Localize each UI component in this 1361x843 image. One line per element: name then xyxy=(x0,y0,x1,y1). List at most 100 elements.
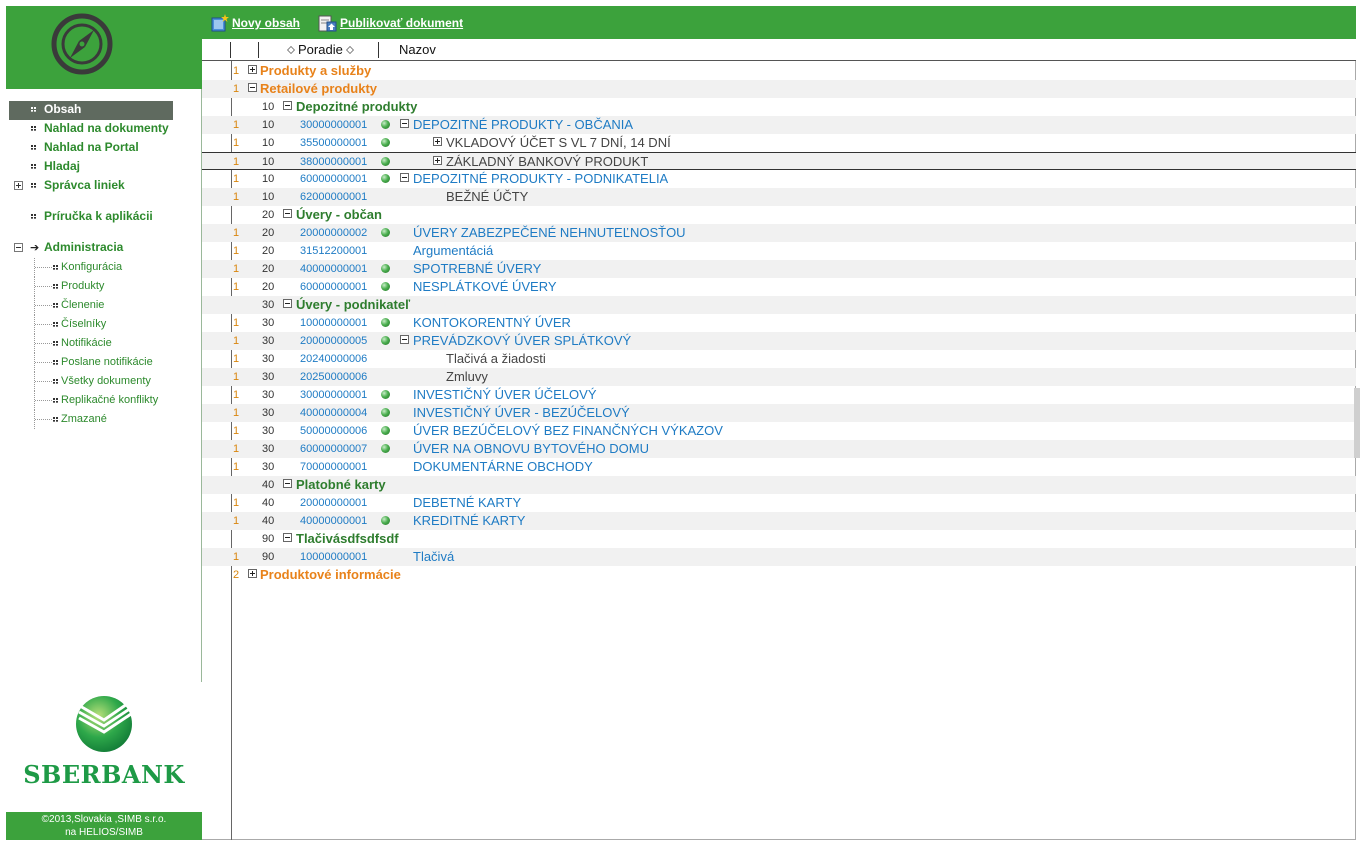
expand-icon[interactable] xyxy=(433,137,442,146)
table-row[interactable]: 1 20 60000000001 NESPLÁTKOVÉ ÚVERY xyxy=(202,278,1356,296)
node-name[interactable]: Tlačivásdfsdfsdf xyxy=(296,530,399,548)
table-row[interactable]: 1 30 30000000001 INVESTIČNÝ ÚVER ÚČELOVÝ xyxy=(202,386,1356,404)
node-name[interactable]: Úvery - podnikateľ xyxy=(296,296,410,314)
admin-subitem[interactable]: Konfigurácia xyxy=(6,258,202,277)
node-name[interactable]: KREDITNÉ KARTY xyxy=(413,512,525,530)
splitter-handle[interactable] xyxy=(1354,388,1360,458)
collapse-icon[interactable] xyxy=(283,101,292,110)
status-dot-icon xyxy=(381,516,390,525)
sidebar-item-obsah[interactable]: Obsah xyxy=(9,101,173,120)
node-name[interactable]: VKLADOVÝ ÚČET S VL 7 DNÍ, 14 DNÍ xyxy=(446,134,671,152)
table-row[interactable]: 1 10 30000000001 DEPOZITNÉ PRODUKTY - OBČAN… xyxy=(202,116,1356,134)
table-row[interactable]: 1 20 20000000002 ÚVERY ZABEZPEČENÉ NEHNUTEĽ… xyxy=(202,224,1356,242)
expand-icon[interactable] xyxy=(14,181,23,190)
node-name[interactable]: DEPOZITNÉ PRODUKTY - PODNIKATELIA xyxy=(413,170,668,188)
node-name[interactable]: Produktové informácie xyxy=(260,566,401,584)
node-name[interactable]: Produkty a služby xyxy=(260,62,371,80)
expand-icon[interactable] xyxy=(248,65,257,74)
node-name[interactable]: KONTOKORENTNÝ ÚVER xyxy=(413,314,571,332)
node-name[interactable]: PREVÁDZKOVÝ ÚVER SPLÁTKOVÝ xyxy=(413,332,631,350)
code-cell: 20240000006 xyxy=(300,353,368,365)
node-name[interactable]: DEPOZITNÉ PRODUKTY - OBČANIA xyxy=(413,116,633,134)
expand-icon[interactable] xyxy=(248,569,257,578)
node-name[interactable]: Argumentáciá xyxy=(413,242,493,260)
admin-subitem[interactable]: Číselníky xyxy=(6,315,202,334)
table-row[interactable]: 1 10 62000000001 BEŽNÉ ÚČTY xyxy=(202,188,1356,206)
node-name[interactable]: DEBETNÉ KARTY xyxy=(413,494,521,512)
sidebar-item-administracia[interactable]: ➔ Administracia xyxy=(6,239,202,258)
order-cell: 30 xyxy=(262,407,275,419)
table-row[interactable]: 1 10 35500000001 VKLADOVÝ ÚČET S VL 7 DNÍ, … xyxy=(202,134,1356,152)
table-row[interactable]: 1 30 10000000001 KONTOKORENTNÝ ÚVER xyxy=(202,314,1356,332)
sidebar-item-spravca-liniek[interactable]: Správca liniek xyxy=(6,177,202,196)
table-row[interactable]: 20 Úvery - občan xyxy=(202,206,1356,224)
table-row[interactable]: 1 20 31512200001 Argumentáciá xyxy=(202,242,1356,260)
collapse-icon[interactable] xyxy=(283,299,292,308)
node-name[interactable]: DOKUMENTÁRNE OBCHODY xyxy=(413,458,593,476)
column-header-order[interactable]: Poradie xyxy=(284,42,357,58)
node-name[interactable]: ÚVER NA OBNOVU BYTOVÉHO DOMU xyxy=(413,440,649,458)
node-name[interactable]: Úvery - občan xyxy=(296,206,382,224)
admin-subitem[interactable]: Notifikácie xyxy=(6,334,202,353)
table-row[interactable]: 1 30 40000000004 INVESTIČNÝ ÚVER - BEZÚČELO… xyxy=(202,404,1356,422)
node-name[interactable]: ZÁKLADNÝ BANKOVÝ PRODUKT xyxy=(446,153,648,171)
node-name[interactable]: SPOTREBNÉ ÚVERY xyxy=(413,260,541,278)
table-row[interactable]: 1 10 60000000001 DEPOZITNÉ PRODUKTY - PODNI… xyxy=(202,170,1356,188)
admin-subitem[interactable]: Všetky dokumenty xyxy=(6,372,202,391)
collapse-icon[interactable] xyxy=(400,335,409,344)
table-row[interactable]: 10 Depozitné produkty xyxy=(202,98,1356,116)
content-tree-table: 1 Produkty a služby 1 Retailové produkty 10 D… xyxy=(202,62,1356,584)
collapse-icon[interactable] xyxy=(400,119,409,128)
node-name[interactable]: Retailové produkty xyxy=(260,80,377,98)
node-name[interactable]: BEŽNÉ ÚČTY xyxy=(446,188,528,206)
table-row[interactable]: 1 10 38000000001 ZÁKLADNÝ BANKOVÝ PRODUKT xyxy=(202,152,1356,170)
table-row[interactable]: 1 90 10000000001 Tlačivá xyxy=(202,548,1356,566)
node-name[interactable]: Platobné karty xyxy=(296,476,386,494)
admin-subitem[interactable]: Členenie xyxy=(6,296,202,315)
table-row[interactable]: 30 Úvery - podnikateľ xyxy=(202,296,1356,314)
table-row[interactable]: 1 40 20000000001 DEBETNÉ KARTY xyxy=(202,494,1356,512)
table-row[interactable]: 90 Tlačivásdfsdfsdf xyxy=(202,530,1356,548)
table-row[interactable]: 1 30 20000000005 PREVÁDZKOVÝ ÚVER SPLÁTKOVÝ xyxy=(202,332,1356,350)
collapse-icon[interactable] xyxy=(400,173,409,182)
node-name[interactable]: Zmluvy xyxy=(446,368,488,386)
status-dot-icon xyxy=(381,408,390,417)
node-name[interactable]: INVESTIČNÝ ÚVER ÚČELOVÝ xyxy=(413,386,597,404)
table-row[interactable]: 1 30 50000000006 ÚVER BEZÚČELOVÝ BEZ FINANČ… xyxy=(202,422,1356,440)
node-name[interactable]: Depozitné produkty xyxy=(296,98,417,116)
table-row[interactable]: 1 30 70000000001 DOKUMENTÁRNE OBCHODY xyxy=(202,458,1356,476)
new-content-button[interactable]: Novy obsah xyxy=(210,14,300,32)
admin-subitem[interactable]: Replikačné konflikty xyxy=(6,391,202,410)
node-name[interactable]: ÚVER BEZÚČELOVÝ BEZ FINANČNÝCH VÝKAZOV xyxy=(413,422,723,440)
table-row[interactable]: 1 Retailové produkty xyxy=(202,80,1356,98)
sidebar-item-hladaj[interactable]: Hladaj xyxy=(6,158,202,177)
collapse-icon[interactable] xyxy=(248,83,257,92)
table-row[interactable]: 1 20 40000000001 SPOTREBNÉ ÚVERY xyxy=(202,260,1356,278)
collapse-icon[interactable] xyxy=(14,243,23,252)
table-row[interactable]: 2 Produktové informácie xyxy=(202,566,1356,584)
publish-document-button[interactable]: Publikovať dokument xyxy=(318,14,463,32)
node-name[interactable]: NESPLÁTKOVÉ ÚVERY xyxy=(413,278,557,296)
sidebar-item-nahlad-na-portal[interactable]: Nahlad na Portal xyxy=(6,139,202,158)
column-header-name[interactable]: Nazov xyxy=(399,42,436,58)
table-row[interactable]: 1 Produkty a služby xyxy=(202,62,1356,80)
node-name[interactable]: INVESTIČNÝ ÚVER - BEZÚČELOVÝ xyxy=(413,404,630,422)
node-name[interactable]: Tlačivá xyxy=(413,548,454,566)
table-row[interactable]: 1 30 20240000006 Tlačivá a žiadosti xyxy=(202,350,1356,368)
table-row[interactable]: 1 40 40000000001 KREDITNÉ KARTY xyxy=(202,512,1356,530)
admin-subitem[interactable]: Poslane notifikácie xyxy=(6,353,202,372)
table-row[interactable]: 40 Platobné karty xyxy=(202,476,1356,494)
node-name[interactable]: Tlačivá a žiadosti xyxy=(446,350,546,368)
admin-subitem[interactable]: Produkty xyxy=(6,277,202,296)
table-row[interactable]: 1 30 20250000006 Zmluvy xyxy=(202,368,1356,386)
level-cell: 1 xyxy=(233,191,240,203)
collapse-icon[interactable] xyxy=(283,209,292,218)
node-name[interactable]: ÚVERY ZABEZPEČENÉ NEHNUTEĽNOSŤOU xyxy=(413,224,686,242)
admin-subitem[interactable]: Zmazané xyxy=(6,410,202,429)
sidebar-item-nahlad-na-dokumenty[interactable]: Nahlad na dokumenty xyxy=(6,120,202,139)
table-row[interactable]: 1 30 60000000007 ÚVER NA OBNOVU BYTOVÉHO DO… xyxy=(202,440,1356,458)
sidebar-item-help[interactable]: Príručka k aplikácii xyxy=(6,208,202,227)
collapse-icon[interactable] xyxy=(283,479,292,488)
expand-icon[interactable] xyxy=(433,156,442,165)
collapse-icon[interactable] xyxy=(283,533,292,542)
